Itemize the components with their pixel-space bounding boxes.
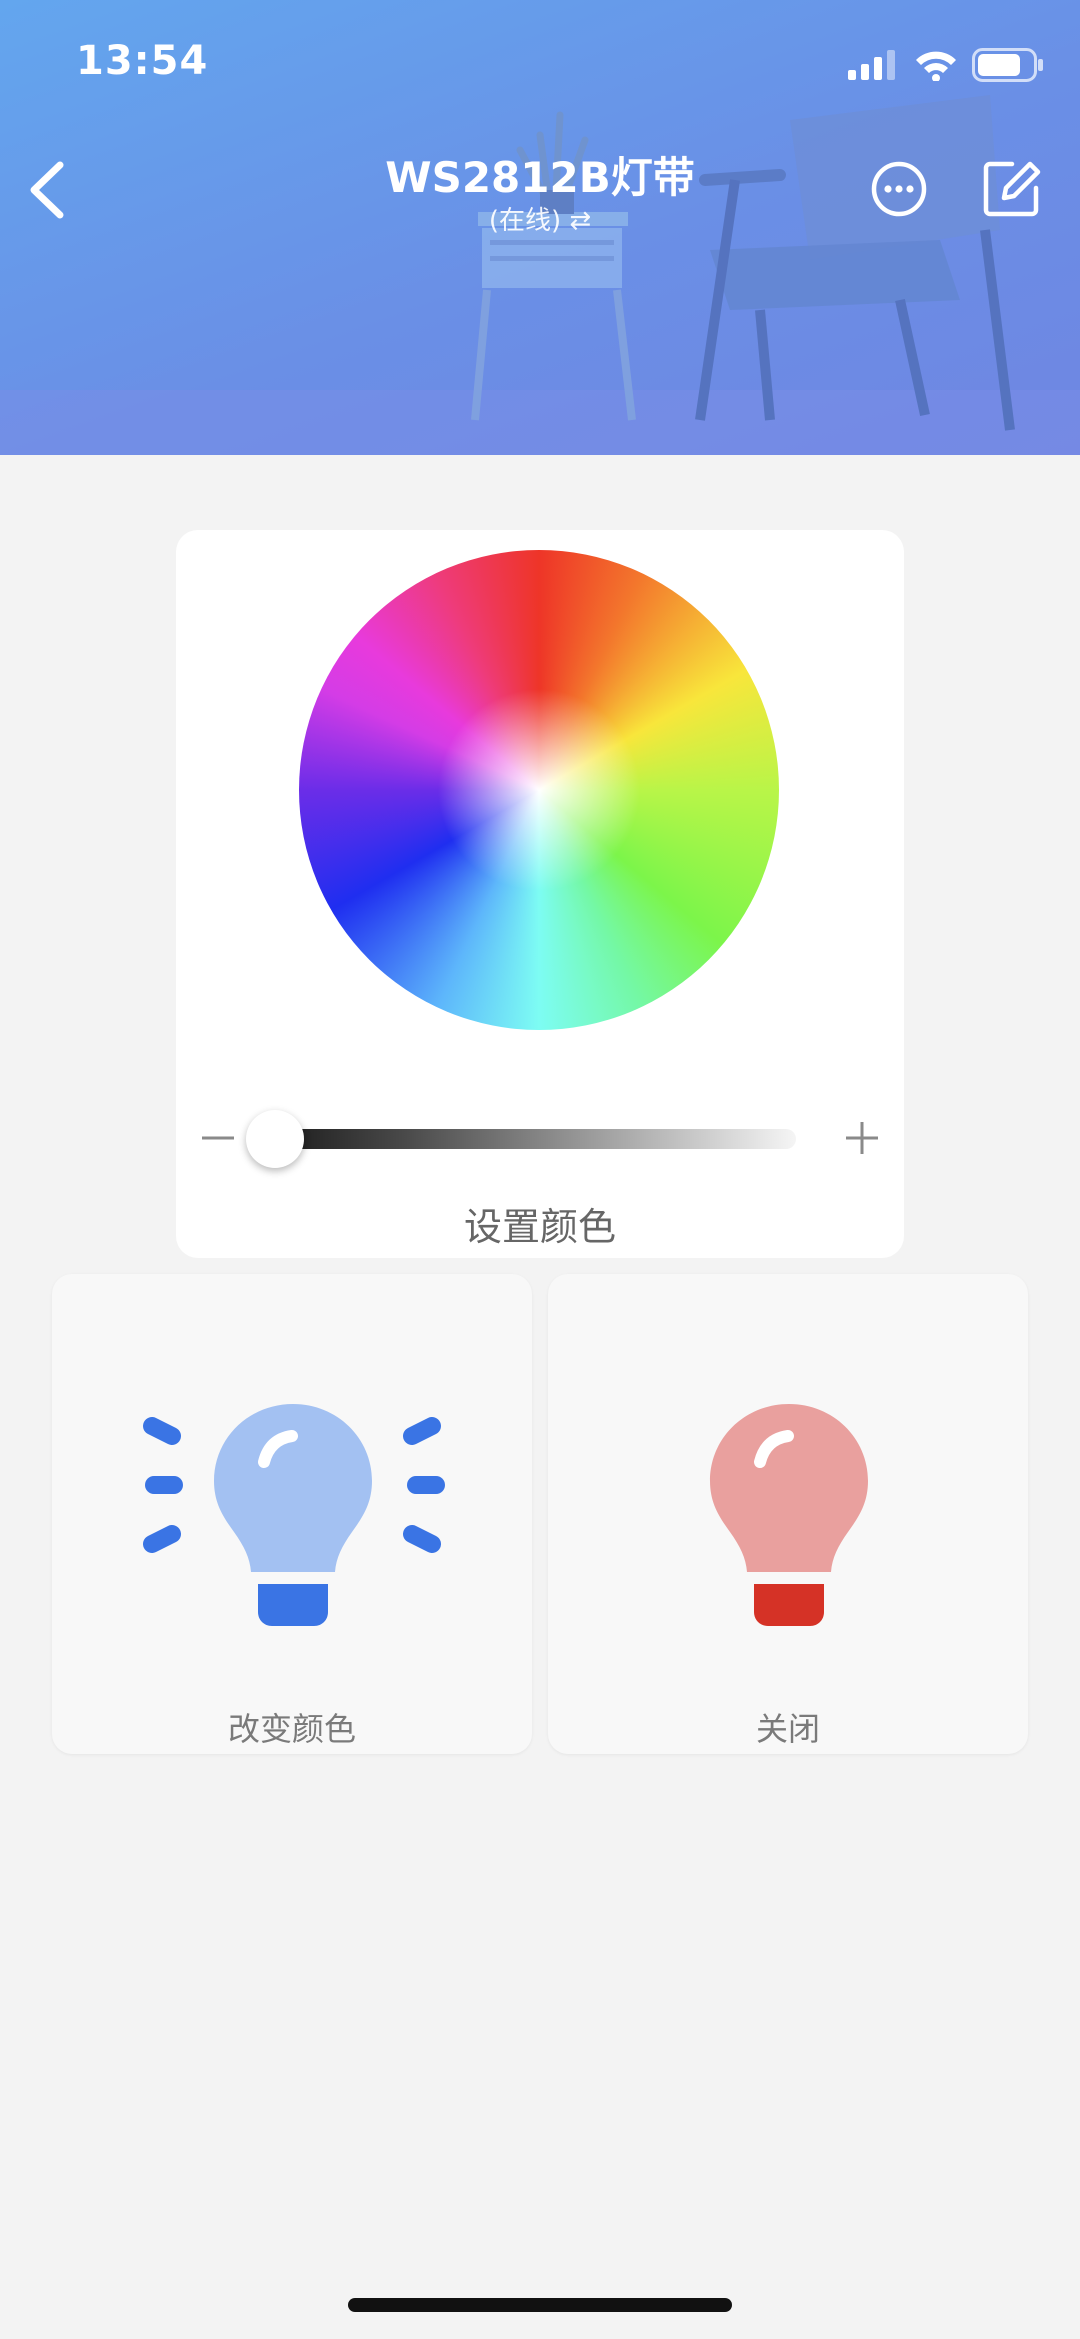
- turn-off-label: 关闭: [755, 1710, 820, 1748]
- bulb-off-icon: [710, 1404, 868, 1626]
- change-color-label: 改变颜色: [227, 1710, 356, 1748]
- brightness-slider[interactable]: [276, 1129, 796, 1149]
- battery-icon: [972, 48, 1043, 82]
- brightness-slider-thumb[interactable]: [246, 1110, 304, 1168]
- color-picker-card: 设置颜色: [176, 530, 904, 1258]
- status-icons: [848, 48, 1044, 82]
- bulb-on-icon: [143, 1404, 445, 1626]
- cellular-signal-icon: [848, 50, 895, 80]
- wifi-icon: [916, 51, 956, 81]
- more-options-button[interactable]: [870, 160, 928, 218]
- turn-off-tile[interactable]: 关闭: [548, 1274, 1028, 1754]
- increase-brightness-button[interactable]: [842, 1118, 882, 1158]
- status-time: 13:54: [76, 38, 209, 84]
- change-color-tile[interactable]: 改变颜色: [52, 1274, 532, 1754]
- home-indicator[interactable]: [348, 2298, 732, 2312]
- device-header: 13:54 WS2812B灯带 (在线) ⇄: [0, 0, 1080, 455]
- edit-button[interactable]: [982, 158, 1042, 218]
- decrease-brightness-button[interactable]: [198, 1118, 238, 1158]
- set-color-label: 设置颜色: [463, 1205, 616, 1249]
- color-wheel[interactable]: [299, 550, 779, 1030]
